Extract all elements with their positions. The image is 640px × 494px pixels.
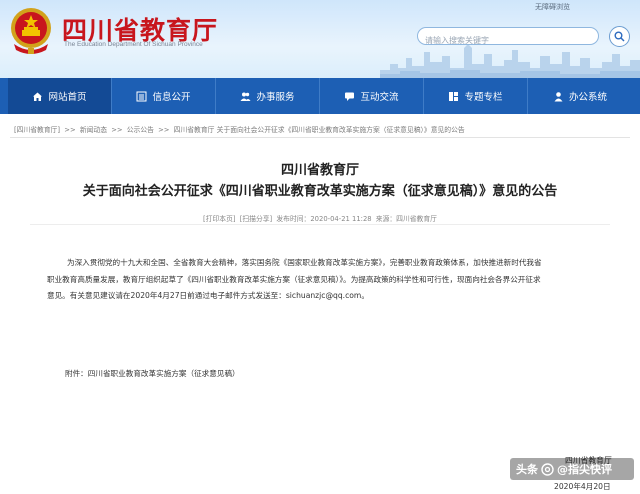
home-icon: [33, 92, 43, 101]
watermark-account: @指尖快评: [557, 463, 612, 476]
page: 四川省教育厅 The Education Department Of Sichu…: [0, 0, 640, 494]
divider: [10, 137, 630, 138]
nav-label: 办事服务: [256, 92, 295, 103]
watermark-prefix: 头条: [516, 463, 538, 476]
search-icon: [614, 31, 625, 42]
article-source: 来源：四川省教育厅: [375, 215, 437, 223]
columns-icon: [449, 91, 459, 101]
breadcrumb-current: 四川省教育厅 关于面向社会公开征求《四川省职业教育改革实施方案（征求意见稿）》意…: [173, 126, 465, 134]
people-icon: [240, 92, 251, 101]
list-icon: [136, 91, 147, 101]
person-icon: [554, 91, 563, 101]
search-box: [417, 27, 599, 49]
article-title: 关于面向社会公开征求《四川省职业教育改革实施方案（征求意见稿）》意见的公告: [82, 184, 558, 199]
search-button[interactable]: [609, 26, 630, 47]
breadcrumb: [四川省教育厅] >> 新闻动态 >> 公示公告 >> 四川省教育厅 关于面向社…: [14, 124, 467, 134]
chat-icon: [345, 92, 355, 101]
nav-label: 办公系统: [568, 92, 607, 103]
body-line: 职业教育高质量发展，教育厅组织起草了《四川省职业教育改革实施方案（征求意见稿）》…: [47, 274, 541, 284]
signature-date: 2020年4月20日: [554, 482, 611, 491]
main-nav: 网站首页 信息公开 办事服务 互动交流 专题专栏 办公系统: [0, 78, 640, 114]
national-emblem-icon: [11, 8, 51, 54]
divider: [30, 224, 610, 225]
share-link[interactable]: [扫描分享]: [240, 215, 273, 223]
breadcrumb-home[interactable]: [四川省教育厅]: [14, 126, 60, 134]
nav-item-office-system[interactable]: 办公系统: [528, 78, 632, 114]
nav-label: 专题专栏: [464, 92, 503, 103]
nav-item-services[interactable]: 办事服务: [216, 78, 320, 114]
site-header: 四川省教育厅 The Education Department Of Sichu…: [0, 0, 640, 78]
nav-item-special-topics[interactable]: 专题专栏: [424, 78, 528, 114]
nav-item-info-disclosure[interactable]: 信息公开: [112, 78, 216, 114]
publish-time: 发布时间：2020-04-21 11:28: [276, 215, 372, 223]
watermark: 头条 @指尖快评: [510, 458, 634, 480]
nav-label: 网站首页: [48, 92, 87, 103]
breadcrumb-separator: >>: [111, 126, 123, 134]
nav-item-interaction[interactable]: 互动交流: [320, 78, 424, 114]
site-subtitle: The Education Department Of Sichuan Prov…: [64, 41, 203, 48]
article-meta: [打印本页] [扫描分享] 发布时间：2020-04-21 11:28 来源：四…: [0, 213, 640, 223]
breadcrumb-separator: >>: [158, 126, 170, 134]
breadcrumb-separator: >>: [64, 126, 76, 134]
top-links: 无障碍浏览: [535, 2, 578, 12]
article-title-org: 四川省教育厅: [280, 163, 359, 178]
accessibility-link[interactable]: 无障碍浏览: [535, 3, 570, 11]
nav-label: 互动交流: [360, 92, 399, 103]
body-line: 为深入贯彻党的十九大和全国、全省教育大会精神，落实国务院《国家职业教育改革实施方…: [67, 258, 542, 267]
nav-label: 信息公开: [152, 92, 191, 103]
article-body: 为深入贯彻党的十九大和全国、全省教育大会精神，落实国务院《国家职业教育改革实施方…: [47, 255, 607, 305]
nav-item-home[interactable]: 网站首页: [8, 78, 112, 114]
body-line: 意见。有关意见建议请在2020年4月27日前通过电子邮件方式发送至：sichua…: [47, 291, 369, 300]
search-input[interactable]: [418, 32, 568, 49]
print-link[interactable]: [打印本页]: [203, 215, 236, 223]
at-icon: [541, 462, 554, 476]
attachment-link[interactable]: 附件：四川省职业教育改革实施方案（征求意见稿）: [65, 368, 240, 379]
breadcrumb-news[interactable]: 新闻动态: [80, 126, 107, 134]
breadcrumb-announcements[interactable]: 公示公告: [127, 126, 154, 134]
